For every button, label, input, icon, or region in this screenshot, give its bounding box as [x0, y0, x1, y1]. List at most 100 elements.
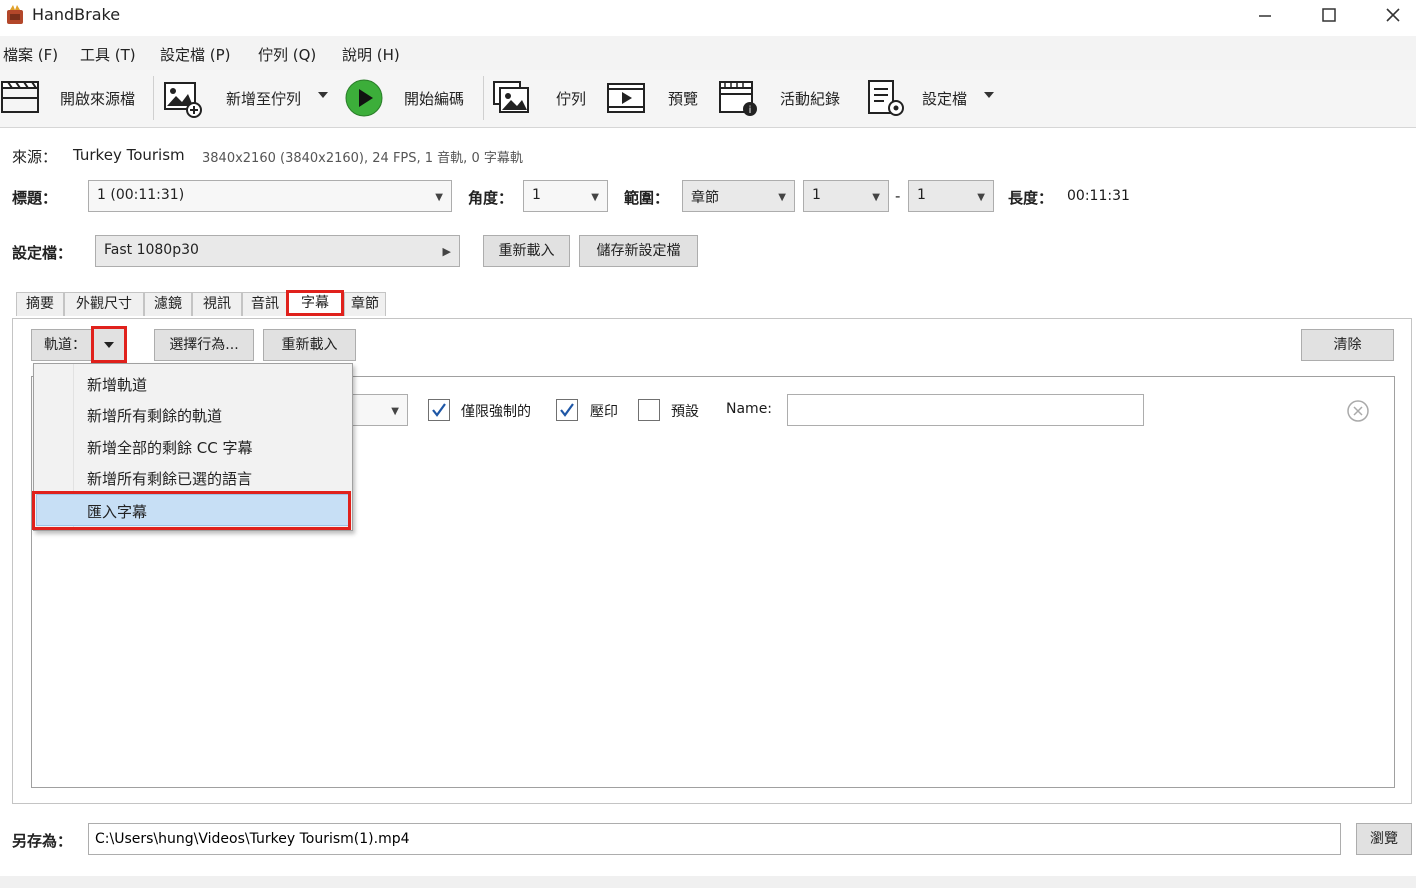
tab-chapters[interactable]: 章節 — [344, 292, 386, 316]
preset-select-value: Fast 1080p30 — [104, 242, 199, 258]
chevron-right-icon: ▶ — [442, 245, 451, 258]
title-select-value: 1 (00:11:31) — [97, 187, 185, 203]
minimize-button[interactable] — [1242, 0, 1288, 30]
maximize-button[interactable] — [1306, 0, 1352, 30]
tab-video[interactable]: 視訊 — [192, 292, 242, 316]
save-new-preset-button[interactable]: 儲存新設定檔 — [579, 235, 698, 267]
chevron-down-icon: ▼ — [778, 192, 786, 203]
source-info: 3840x2160 (3840x2160), 24 FPS, 1 音軌, 0 字… — [202, 151, 523, 166]
window-title: HandBrake — [32, 5, 121, 24]
reload-preset-button[interactable]: 重新載入 — [483, 235, 570, 267]
chevron-down-icon: ▼ — [977, 192, 985, 203]
menu-item-add-all-remaining-cc[interactable]: 新增全部的剩餘 CC 字幕 — [87, 437, 252, 458]
menu-bar: 檔案 (F) 工具 (T) 設定檔 (P) 佇列 (Q) 說明 (H) — [0, 36, 1416, 70]
menu-tools[interactable]: 工具 (T) — [80, 44, 136, 65]
chevron-down-icon: ▼ — [872, 192, 880, 203]
chevron-down-icon — [104, 341, 114, 348]
range-dash: - — [895, 187, 901, 205]
add-to-queue-label: 新增至佇列 — [226, 90, 302, 108]
toolbar-separator — [483, 76, 484, 120]
tab-filters[interactable]: 濾鏡 — [144, 292, 192, 316]
tab-audio[interactable]: 音訊 — [242, 292, 288, 316]
activity-log-button[interactable]: i 活動紀錄 — [716, 70, 856, 128]
chevron-down-icon: ▼ — [435, 192, 443, 203]
svg-text:i: i — [749, 105, 752, 116]
title-label: 標題： — [12, 189, 58, 207]
menu-item-add-all-remaining-tracks[interactable]: 新增所有剩餘的軌道 — [87, 405, 222, 426]
preview-label: 預覽 — [668, 90, 699, 108]
minimize-icon — [1259, 15, 1271, 17]
toolbar-separator — [153, 76, 154, 120]
range-start-select[interactable]: 1 ▼ — [803, 180, 889, 212]
menu-item-add-selected-languages[interactable]: 新增所有剩餘已選的語言 — [87, 468, 252, 489]
angle-label: 角度： — [468, 189, 514, 207]
menu-queue[interactable]: 佇列 (Q) — [258, 44, 316, 65]
open-source-label: 開啟來源檔 — [60, 90, 136, 108]
check-icon — [432, 403, 446, 417]
handbrake-logo-icon — [7, 5, 23, 24]
duration-value: 00:11:31 — [1067, 188, 1130, 204]
forced-only-checkbox[interactable] — [428, 399, 450, 421]
clear-button[interactable]: 清除 — [1301, 329, 1394, 361]
tracks-dropdown-toggle[interactable] — [91, 326, 127, 363]
preset-label: 設定檔： — [12, 244, 73, 262]
presets-label: 設定檔 — [922, 90, 968, 108]
angle-select[interactable]: 1 ▼ — [523, 180, 608, 212]
close-circle-icon — [1347, 400, 1369, 422]
tab-summary[interactable]: 摘要 — [16, 292, 64, 316]
default-checkbox[interactable] — [638, 399, 660, 421]
status-bar — [0, 876, 1416, 888]
preview-button[interactable]: 預覽 — [604, 70, 708, 128]
range-label: 範圍： — [624, 189, 670, 207]
chevron-down-icon: ▼ — [391, 406, 399, 417]
start-encode-button[interactable]: 開始編碼 — [342, 70, 478, 128]
preset-select[interactable]: Fast 1080p30 ▶ — [95, 235, 460, 267]
browse-button[interactable]: 瀏覽 — [1356, 823, 1412, 855]
burn-in-checkbox[interactable] — [556, 399, 578, 421]
menu-item-add-track[interactable]: 新增軌道 — [87, 374, 147, 395]
import-subtitle-highlight-box — [32, 491, 351, 530]
burn-in-label: 壓印 — [590, 404, 618, 420]
tab-dimensions[interactable]: 外觀尺寸 — [64, 292, 144, 316]
close-button[interactable] — [1370, 0, 1416, 30]
queue-label: 佇列 — [556, 90, 587, 108]
add-image-icon — [164, 82, 202, 118]
range-type-value: 章節 — [691, 190, 719, 206]
preview-film-icon — [607, 83, 645, 113]
range-type-select[interactable]: 章節 ▼ — [682, 180, 795, 212]
open-source-button[interactable]: 開啟來源檔 — [0, 70, 148, 128]
activity-log-label: 活動紀錄 — [780, 90, 841, 108]
chevron-down-icon[interactable] — [984, 92, 994, 98]
range-start-value: 1 — [812, 187, 821, 203]
title-bar: HandBrake — [0, 0, 1416, 30]
menu-presets[interactable]: 設定檔 (P) — [160, 44, 231, 65]
save-as-label: 另存為： — [12, 832, 73, 850]
reload-subtitles-button[interactable]: 重新載入 — [263, 329, 356, 361]
toolbar: 開啟來源檔 新增至佇列 開始編碼 佇列 預覽 i 活動紀錄 設定檔 — [0, 70, 1416, 128]
name-label: Name: — [726, 401, 773, 417]
presets-settings-icon — [868, 80, 904, 116]
save-as-path-input[interactable] — [88, 823, 1341, 855]
menu-help[interactable]: 說明 (H) — [342, 44, 400, 65]
tab-subtitles[interactable]: 字幕 — [286, 290, 344, 316]
chevron-down-icon: ▼ — [591, 192, 599, 203]
track-name-input[interactable] — [787, 394, 1144, 426]
tracks-label: 軌道： — [44, 337, 86, 353]
title-select[interactable]: 1 (00:11:31) ▼ — [88, 180, 452, 212]
check-icon — [560, 403, 574, 417]
maximize-icon — [1322, 8, 1336, 22]
chevron-down-icon[interactable] — [318, 92, 328, 98]
range-end-select[interactable]: 1 ▼ — [908, 180, 994, 212]
select-behavior-button[interactable]: 選擇行為... — [154, 329, 254, 361]
add-to-queue-button[interactable]: 新增至佇列 — [160, 70, 340, 128]
range-end-value: 1 — [917, 187, 926, 203]
forced-only-label: 僅限強制的 — [461, 404, 531, 420]
duration-label: 長度： — [1008, 189, 1054, 207]
menu-file[interactable]: 檔案 (F) — [3, 44, 58, 65]
angle-select-value: 1 — [532, 187, 541, 203]
remove-track-button[interactable] — [1346, 399, 1370, 423]
queue-button[interactable]: 佇列 — [490, 70, 592, 128]
presets-button[interactable]: 設定檔 — [864, 70, 1004, 128]
source-label: 來源： — [12, 148, 58, 166]
source-name: Turkey Tourism — [73, 146, 185, 164]
